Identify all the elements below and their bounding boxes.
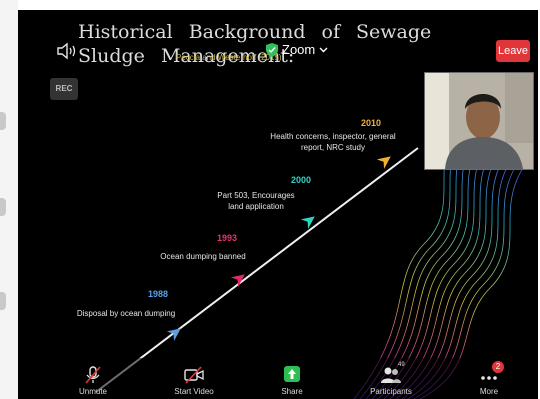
timeline-year: 1988	[148, 289, 169, 299]
unmute-label: Unmute	[78, 387, 107, 396]
share-arrow-icon	[284, 366, 300, 382]
timeline-year: 2010	[361, 118, 382, 128]
participants-icon	[381, 367, 401, 383]
edge-marker	[0, 198, 6, 216]
shared-screen: Historical Background of Sewage Sludge M…	[18, 10, 538, 399]
participants-count: 49	[398, 362, 405, 368]
participant-video-tile[interactable]	[424, 72, 534, 170]
zoom-view-menu[interactable]: Zoom	[266, 42, 328, 57]
participants-button[interactable]: 49 Participants	[356, 358, 426, 399]
meeting-toolbar: Unmute Start Video Share 49 Participants…	[18, 358, 538, 399]
timeline-arrow	[376, 156, 391, 170]
shield-icon	[266, 42, 278, 57]
timeline-event: Part 503, Encourages land application	[217, 191, 295, 211]
video-muted-icon	[184, 366, 204, 384]
more-button[interactable]: 2 More	[454, 358, 524, 399]
more-notification-badge: 2	[492, 361, 504, 373]
participant-video-frame	[425, 73, 533, 169]
start-video-button[interactable]: Start Video	[159, 358, 229, 399]
left-window-edge	[0, 0, 18, 399]
timeline-year: 2000	[291, 175, 312, 185]
more-label: More	[479, 387, 499, 396]
timeline-event: Health concerns, inspector, general repo…	[270, 132, 396, 152]
timeline-year: 1993	[217, 233, 238, 243]
start-video-label: Start Video	[174, 387, 214, 396]
share-label: Share	[281, 387, 303, 396]
timeline-event: Ocean dumping banned	[160, 252, 246, 261]
rec-indicator[interactable]: REC	[50, 78, 78, 100]
chevron-down-icon	[319, 47, 328, 52]
edge-marker	[0, 292, 6, 310]
speaker-icon[interactable]	[56, 41, 78, 61]
timeline-line	[95, 147, 419, 393]
timeline-event: Disposal by ocean dumping	[76, 309, 176, 318]
unmute-button[interactable]: Unmute	[58, 358, 128, 399]
leave-button[interactable]: Leave	[496, 40, 530, 62]
zoom-view-label: Zoom	[282, 42, 316, 57]
edge-marker	[0, 112, 6, 130]
share-button[interactable]: Share	[257, 358, 327, 399]
participants-label: Participants	[370, 387, 412, 396]
microphone-muted-icon	[85, 366, 101, 384]
